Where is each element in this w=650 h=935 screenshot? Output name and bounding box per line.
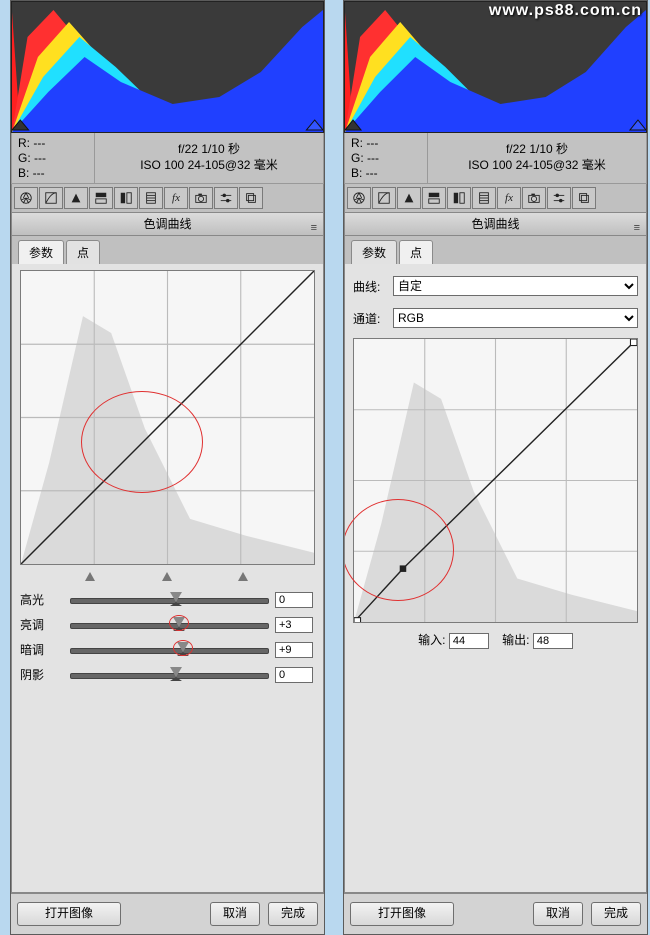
region-handles[interactable] [20,565,315,585]
readout-r: R: --- [351,136,421,151]
open-button[interactable]: 打开图像 [17,902,121,926]
histogram [11,1,324,133]
histogram-svg [345,2,646,132]
tab-params[interactable]: 参数 [351,240,397,264]
readout-r: R: --- [18,136,88,151]
split-h-icon[interactable] [422,187,446,209]
fx-icon[interactable]: fx [164,187,188,209]
tab-body-params: 高光 亮调 暗调 阴影 [11,264,324,893]
section-menu-icon[interactable]: ≡ [311,217,317,239]
open-button[interactable]: 打开图像 [350,902,454,926]
bottom-bar: 打开图像 取消 完成 [11,893,324,934]
tab-body-points: 曲线: 自定 通道: RGB [344,264,647,893]
label-darks: 暗调 [20,641,70,658]
triangle-icon[interactable] [64,187,88,209]
exif-line2: ISO 100 24-105@32 毫米 [428,157,646,173]
curve-icon[interactable] [39,187,63,209]
param-highlight: 高光 [20,591,315,608]
param-shadow: 阴影 [20,666,315,683]
toolstrip: fx [11,184,324,213]
section-menu-icon[interactable]: ≡ [634,217,640,239]
value-shadow[interactable] [275,667,313,683]
rgb-readout: R: --- G: --- B: --- [345,133,428,183]
input-label: 输入: [418,633,445,647]
fx-icon[interactable]: fx [497,187,521,209]
info-row: R: --- G: --- B: --- f/22 1/10 秒 ISO 100… [344,133,647,184]
cancel-button[interactable]: 取消 [533,902,583,926]
panel-parametric: R: --- G: --- B: --- f/22 1/10 秒 ISO 100… [10,0,325,935]
label-highlight: 高光 [20,591,70,608]
readout-b: B: --- [351,166,421,181]
curve-label: 曲线: [353,278,393,295]
panel-point: R: --- G: --- B: --- f/22 1/10 秒 ISO 100… [343,0,648,935]
section-title-text: 色调曲线 [143,217,191,231]
info-row: R: --- G: --- B: --- f/22 1/10 秒 ISO 100… [11,133,324,184]
exif-line1: f/22 1/10 秒 [428,141,646,157]
exif-line1: f/22 1/10 秒 [95,141,323,157]
stack-icon[interactable] [239,187,263,209]
rgb-readout: R: --- G: --- B: --- [12,133,95,183]
aperture-icon[interactable] [347,187,371,209]
output-value[interactable] [533,633,573,649]
channel-label: 通道: [353,310,393,327]
film-icon[interactable] [472,187,496,209]
channel-select-row: 通道: RGB [353,308,638,328]
exif-line2: ISO 100 24-105@32 毫米 [95,157,323,173]
param-lights: 亮调 [20,616,315,633]
triangle-icon[interactable] [397,187,421,209]
tab-points[interactable]: 点 [66,240,100,264]
slider-icon[interactable] [214,187,238,209]
curve-graph-parametric[interactable] [20,270,315,565]
slider-highlight[interactable] [70,593,269,607]
done-button[interactable]: 完成 [591,902,641,926]
exif-readout: f/22 1/10 秒 ISO 100 24-105@32 毫米 [428,133,646,183]
split-h-icon[interactable] [89,187,113,209]
curve-select[interactable]: 自定 [393,276,638,296]
slider-icon[interactable] [547,187,571,209]
io-row: 输入: 输出: [353,631,638,649]
tabs: 参数 点 [11,236,324,264]
label-shadow: 阴影 [20,666,70,683]
camera-icon[interactable] [522,187,546,209]
histogram [344,1,647,133]
slider-darks[interactable] [70,643,269,657]
bottom-bar: 打开图像 取消 完成 [344,893,647,934]
camera-icon[interactable] [189,187,213,209]
aperture-icon[interactable] [14,187,38,209]
readout-g: G: --- [351,151,421,166]
value-highlight[interactable] [275,592,313,608]
cancel-button[interactable]: 取消 [210,902,260,926]
tab-params[interactable]: 参数 [18,240,64,264]
split-v-icon[interactable] [114,187,138,209]
toolstrip: fx [344,184,647,213]
slider-shadow[interactable] [70,668,269,682]
label-lights: 亮调 [20,616,70,633]
output-label: 输出: [502,633,529,647]
param-darks: 暗调 [20,641,315,658]
curve-select-row: 曲线: 自定 [353,276,638,296]
section-title: 色调曲线 ≡ [11,213,324,236]
tab-points[interactable]: 点 [399,240,433,264]
channel-select[interactable]: RGB [393,308,638,328]
value-darks[interactable] [275,642,313,658]
input-value[interactable] [449,633,489,649]
section-title: 色调曲线 ≡ [344,213,647,236]
section-title-text: 色调曲线 [471,217,519,231]
readout-b: B: --- [18,166,88,181]
curve-icon[interactable] [372,187,396,209]
stack-icon[interactable] [572,187,596,209]
readout-g: G: --- [18,151,88,166]
tabs: 参数 点 [344,236,647,264]
histogram-svg [12,2,323,132]
done-button[interactable]: 完成 [268,902,318,926]
split-v-icon[interactable] [447,187,471,209]
exif-readout: f/22 1/10 秒 ISO 100 24-105@32 毫米 [95,133,323,183]
value-lights[interactable] [275,617,313,633]
slider-lights[interactable] [70,618,269,632]
film-icon[interactable] [139,187,163,209]
curve-graph-point[interactable] [353,338,638,623]
